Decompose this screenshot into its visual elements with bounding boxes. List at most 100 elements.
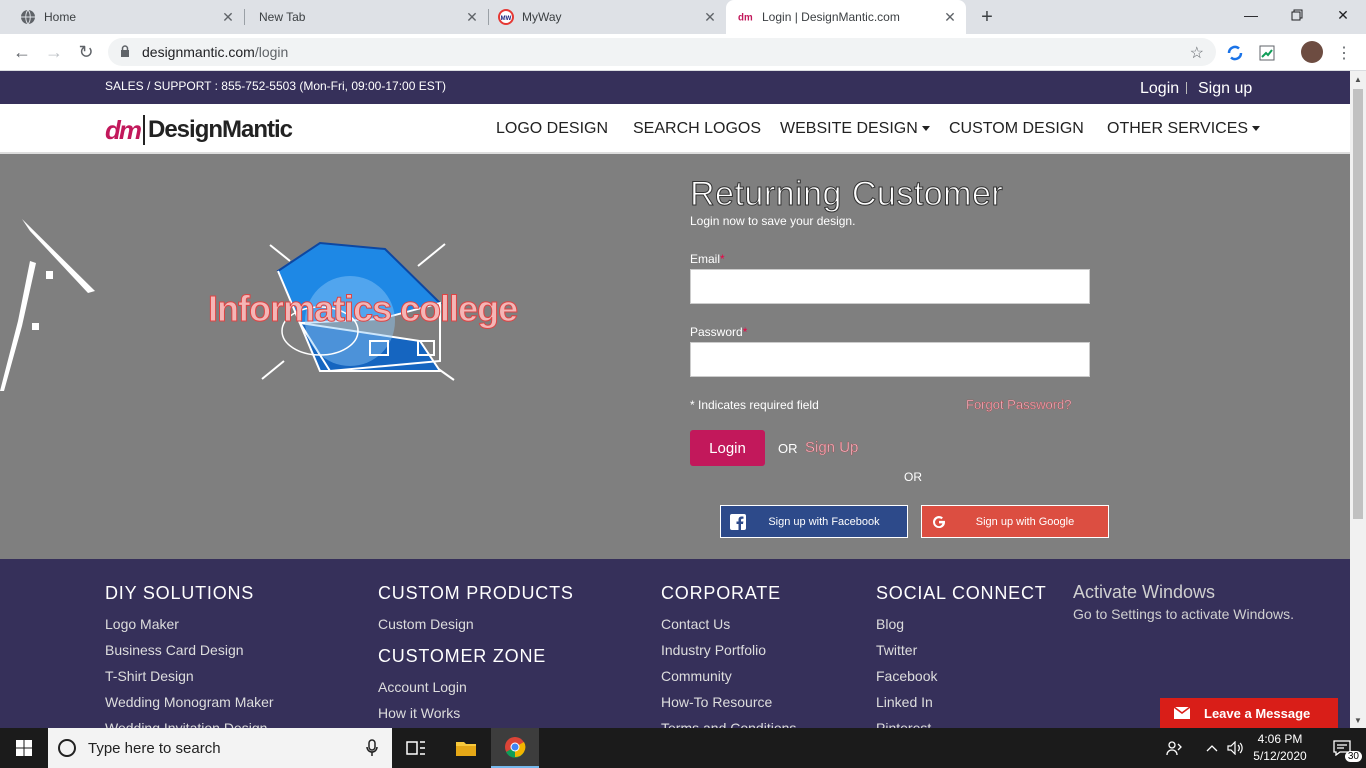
footer-link[interactable]: Wedding Invitation Design (105, 720, 274, 728)
footer-link[interactable]: Logo Maker (105, 616, 274, 642)
taskbar-search-box[interactable]: Type here to search (48, 728, 392, 768)
required-mark: * (742, 325, 748, 339)
system-clock[interactable]: 4:06 PM 5/12/2020 (1250, 731, 1310, 765)
nav-website-design[interactable]: WEBSITE DESIGN (780, 120, 930, 138)
back-icon[interactable]: ← (8, 38, 36, 66)
footer-heading: SOCIAL CONNECT (876, 583, 1047, 603)
footer-heading: DIY SOLUTIONS (105, 583, 255, 603)
nav-search-logos[interactable]: SEARCH LOGOS (633, 120, 761, 138)
leave-message-button[interactable]: Leave a Message (1160, 698, 1338, 728)
footer-link[interactable]: Account Login (378, 679, 546, 705)
header-divider (1186, 82, 1187, 94)
forgot-password-link[interactable]: Forgot Password? (966, 397, 1072, 412)
designmantic-logo[interactable]: dm DesignMantic (105, 114, 293, 146)
nav-custom-design[interactable]: CUSTOM DESIGN (949, 120, 1084, 138)
clock-date: 5/12/2020 (1253, 749, 1307, 763)
globe-icon (20, 9, 36, 25)
reload-icon[interactable]: ↻ (72, 38, 100, 66)
footer-link[interactable]: Twitter (876, 642, 1047, 668)
tab-new-tab[interactable]: New Tab ✕ (238, 0, 488, 34)
footer-link[interactable]: Facebook (876, 668, 1047, 694)
main-navbar: dm DesignMantic LOGO DESIGN SEARCH LOGOS… (0, 104, 1350, 154)
footer-link[interactable]: Wedding Monogram Maker (105, 694, 274, 720)
bookmark-star-icon[interactable]: ☆ (1190, 43, 1204, 63)
minimize-button[interactable]: — (1228, 0, 1274, 30)
close-tab-icon[interactable]: ✕ (216, 9, 240, 26)
signup-link[interactable]: Sign Up (805, 439, 859, 456)
close-tab-icon[interactable]: ✕ (698, 9, 722, 26)
google-signup-button[interactable]: Sign up with Google (921, 505, 1109, 538)
nav-logo-design[interactable]: LOGO DESIGN (496, 120, 608, 138)
footer-link[interactable]: How-To Resource (661, 694, 796, 720)
footer-link[interactable]: How it Works (378, 705, 546, 728)
footer-link[interactable]: T-Shirt Design (105, 668, 274, 694)
profile-avatar[interactable] (1301, 41, 1323, 63)
clock-time: 4:06 PM (1257, 732, 1303, 746)
email-field[interactable] (690, 269, 1090, 304)
footer-link[interactable]: Custom Design (378, 616, 574, 642)
caret-down-icon (921, 126, 930, 132)
logo-wordmark: DesignMantic (148, 116, 293, 143)
scroll-up-icon[interactable]: ▲ (1350, 71, 1366, 87)
close-window-button[interactable]: ✕ (1320, 0, 1366, 30)
footer-corporate: CORPORATE Contact Us Industry Portfolio … (661, 583, 796, 728)
volume-icon[interactable] (1222, 728, 1250, 768)
footer-link[interactable]: Industry Portfolio (661, 642, 796, 668)
nav-label: WEBSITE DESIGN (780, 120, 918, 137)
header-signup-link[interactable]: Sign up (1198, 80, 1252, 98)
file-explorer-icon[interactable] (442, 728, 490, 768)
chrome-icon[interactable] (491, 728, 539, 768)
close-tab-icon[interactable]: ✕ (938, 9, 962, 26)
envelope-icon (1160, 707, 1204, 719)
footer-link[interactable]: Contact Us (661, 616, 796, 642)
new-tab-button[interactable]: + (976, 6, 998, 28)
footer-diy-solutions: DIY SOLUTIONS Logo Maker Business Card D… (105, 583, 274, 728)
scroll-down-icon[interactable]: ▼ (1350, 712, 1366, 728)
form-subtitle: Login now to save your design. (690, 214, 856, 228)
leave-message-label: Leave a Message (1204, 705, 1311, 721)
tab-designmantic-login[interactable]: dm Login | DesignMantic.com ✕ (726, 0, 966, 34)
footer-link[interactable]: Blog (876, 616, 1047, 642)
password-field[interactable] (690, 342, 1090, 377)
windows-start-icon[interactable] (0, 728, 48, 768)
support-phone: SALES / SUPPORT : 855-752-5503 (Mon-Fri,… (105, 79, 447, 93)
forward-icon[interactable]: → (40, 38, 68, 66)
header-login-link[interactable]: Login (1140, 80, 1179, 98)
footer-link[interactable]: Terms and Conditions (661, 720, 796, 728)
activate-title: Activate Windows (1073, 582, 1216, 602)
people-icon[interactable] (1154, 728, 1194, 768)
footer-link[interactable]: Business Card Design (105, 642, 274, 668)
restore-button[interactable] (1274, 0, 1320, 30)
footer-heading: CUSTOMER ZONE (378, 646, 547, 666)
footer-social-connect: SOCIAL CONNECT Blog Twitter Facebook Lin… (876, 583, 1047, 728)
nav-other-services[interactable]: OTHER SERVICES (1107, 120, 1261, 138)
tab-home[interactable]: Home ✕ (0, 0, 244, 34)
tab-myway[interactable]: MW MyWay ✕ (478, 0, 726, 34)
search-placeholder: Type here to search (88, 739, 221, 757)
scroll-thumb[interactable] (1353, 89, 1363, 519)
tab-title: Login | DesignMantic.com (762, 10, 900, 24)
myway-icon: MW (498, 9, 514, 25)
url-host: designmantic.com (142, 44, 255, 60)
footer-link[interactable]: Pinterest (876, 720, 1047, 728)
footer-link[interactable]: Community (661, 668, 796, 694)
sheets-extension-icon[interactable] (1257, 43, 1277, 63)
required-mark: * (720, 252, 725, 266)
notification-count: 30 (1344, 751, 1362, 762)
login-button[interactable]: Login (690, 430, 765, 466)
footer-link[interactable]: Linked In (876, 694, 1047, 720)
menu-icon[interactable]: ⋮ (1334, 43, 1354, 63)
facebook-signup-button[interactable]: Sign up with Facebook (720, 505, 908, 538)
logo-divider (143, 115, 145, 145)
caret-down-icon (1252, 126, 1261, 132)
sync-extension-icon[interactable] (1225, 43, 1245, 63)
notifications-icon[interactable]: 30 (1318, 728, 1366, 768)
email-label-text: Email (690, 252, 721, 266)
page-scrollbar[interactable]: ▲ ▼ (1350, 71, 1366, 728)
tab-title: New Tab (259, 10, 306, 24)
email-label: Email* (690, 252, 725, 266)
address-bar[interactable]: designmantic.com/login ☆ (108, 38, 1216, 66)
microphone-icon[interactable] (366, 739, 378, 761)
facebook-button-label: Sign up with Facebook (768, 515, 880, 528)
task-view-icon[interactable] (392, 728, 440, 768)
